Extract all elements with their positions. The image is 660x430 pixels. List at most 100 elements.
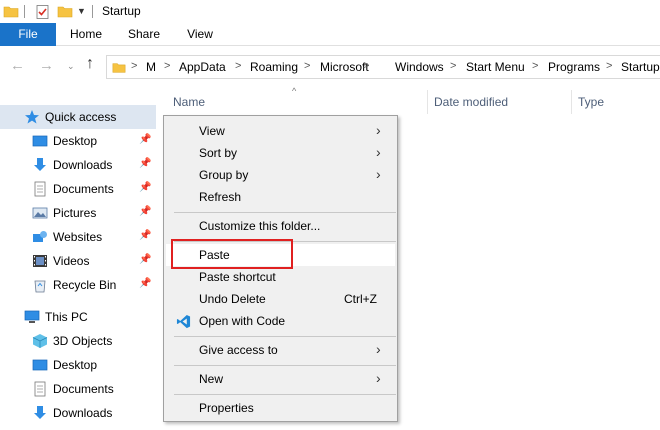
chevron-right-icon[interactable]: >: [164, 60, 170, 72]
menu-separator: [174, 394, 396, 395]
chevron-right-icon: ›: [376, 122, 381, 138]
pin-icon: 📌: [139, 182, 152, 193]
videos-icon: [33, 255, 47, 267]
pin-icon: 📌: [139, 278, 152, 289]
column-header-date-modified[interactable]: Date modified: [434, 95, 508, 109]
breadcrumb-item[interactable]: AppData: [179, 60, 226, 74]
navigation-pane: Quick access Desktop 📌 Downloads 📌 Docum…: [0, 103, 157, 430]
sidebar-item-desktop[interactable]: Desktop 📌: [0, 129, 156, 153]
desktop-icon: [32, 135, 48, 147]
3d-objects-icon: [32, 334, 48, 348]
breadcrumb-item[interactable]: Microsoft: [320, 60, 369, 74]
chevron-right-icon[interactable]: >: [363, 60, 369, 72]
websites-icon: [33, 231, 47, 242]
sidebar-item-downloads[interactable]: Downloads 📌: [0, 153, 156, 177]
customize-toolbar-icon[interactable]: ▼: [77, 6, 86, 16]
chevron-right-icon[interactable]: >: [131, 60, 137, 72]
title-bar: ▼ Startup: [0, 0, 660, 23]
chevron-right-icon[interactable]: >: [235, 60, 241, 72]
separator: [92, 5, 93, 18]
menu-item-refresh[interactable]: Refresh: [166, 186, 395, 208]
breadcrumb-item[interactable]: Roaming: [250, 60, 298, 74]
sidebar-item-websites[interactable]: Websites 📌: [0, 225, 156, 249]
menu-item-undo-delete[interactable]: Undo Delete Ctrl+Z: [166, 288, 395, 310]
vscode-icon: [176, 314, 191, 329]
properties-check-icon[interactable]: [35, 4, 51, 20]
sidebar-item-pc-documents[interactable]: Documents: [0, 377, 156, 401]
chevron-right-icon[interactable]: >: [450, 60, 456, 72]
chevron-right-icon[interactable]: >: [532, 60, 538, 72]
menu-item-give-access[interactable]: Give access to ›: [166, 339, 395, 361]
sidebar-item-quick-access[interactable]: Quick access: [0, 105, 156, 129]
sidebar-item-label: Downloads: [53, 158, 113, 172]
menu-item-label: Undo Delete: [199, 292, 266, 306]
chevron-right-icon: ›: [376, 166, 381, 182]
menu-item-label: View: [199, 124, 225, 138]
chevron-right-icon: ›: [376, 144, 381, 160]
menu-item-label: Paste shortcut: [199, 270, 276, 284]
up-arrow-icon[interactable]: ↑: [86, 55, 94, 73]
menu-item-group-by[interactable]: Group by ›: [166, 164, 395, 186]
menu-item-label: Sort by: [199, 146, 238, 160]
chevron-right-icon[interactable]: >: [606, 60, 612, 72]
menu-item-paste-shortcut[interactable]: Paste shortcut: [166, 266, 395, 288]
sidebar-item-pc-downloads[interactable]: Downloads: [0, 401, 156, 425]
window-title: Startup: [102, 4, 141, 18]
sidebar-item-label: Downloads: [53, 406, 113, 420]
sidebar-item-label: Recycle Bin: [53, 278, 117, 292]
downloads-icon: [34, 158, 46, 171]
back-arrow-icon[interactable]: ←: [10, 57, 25, 74]
sidebar-item-label: Desktop: [53, 134, 98, 148]
sidebar-item-label: This PC: [45, 310, 88, 324]
tab-file[interactable]: File: [0, 23, 56, 46]
forward-arrow-icon[interactable]: →: [39, 57, 54, 74]
sidebar-item-3d-objects[interactable]: 3D Objects: [0, 329, 156, 353]
downloads-icon: [34, 406, 46, 419]
sidebar-item-recycle-bin[interactable]: Recycle Bin 📌: [0, 273, 156, 297]
sort-up-icon: ^: [292, 86, 297, 96]
column-header-name[interactable]: Name: [173, 95, 205, 109]
column-divider[interactable]: [427, 90, 428, 114]
sidebar-item-documents[interactable]: Documents 📌: [0, 177, 156, 201]
breadcrumb-item[interactable]: Startup: [621, 60, 660, 74]
separator: [24, 5, 25, 18]
breadcrumb-item[interactable]: M: [146, 60, 156, 74]
keyboard-shortcut: Ctrl+Z: [344, 292, 377, 306]
pin-icon: 📌: [139, 206, 152, 217]
breadcrumb-item[interactable]: Programs: [548, 60, 600, 74]
menu-item-label: Refresh: [199, 190, 242, 204]
menu-item-label: New: [199, 372, 224, 386]
breadcrumb-item[interactable]: Start Menu: [466, 60, 525, 74]
recent-locations-icon[interactable]: ⌄: [67, 61, 75, 72]
sidebar-item-videos[interactable]: Videos 📌: [0, 249, 156, 273]
sidebar-item-pc-desktop[interactable]: Desktop: [0, 353, 156, 377]
address-bar[interactable]: > M > AppData > Roaming > Microsoft > Wi…: [106, 55, 660, 79]
tab-share[interactable]: Share: [128, 23, 160, 46]
menu-item-view[interactable]: View ›: [166, 120, 395, 142]
menu-item-sort-by[interactable]: Sort by ›: [166, 142, 395, 164]
menu-item-customize-folder[interactable]: Customize this folder...: [166, 215, 395, 237]
menu-item-open-with-code[interactable]: Open with Code: [166, 310, 395, 332]
menu-item-new[interactable]: New ›: [166, 368, 395, 390]
sidebar-item-label: Videos: [53, 254, 90, 268]
new-folder-icon[interactable]: [57, 4, 73, 20]
menu-item-properties[interactable]: Properties: [166, 397, 395, 419]
desktop-icon: [32, 359, 48, 371]
sidebar-item-pictures[interactable]: Pictures 📌: [0, 201, 156, 225]
tab-home[interactable]: Home: [70, 23, 102, 46]
menu-separator: [174, 212, 396, 213]
chevron-right-icon[interactable]: >: [304, 60, 310, 72]
recycle-bin-icon: [34, 280, 46, 293]
this-pc-icon: [24, 310, 40, 323]
column-header-type[interactable]: Type: [578, 95, 604, 109]
star-icon: [25, 110, 39, 124]
sidebar-item-this-pc[interactable]: This PC: [0, 305, 156, 329]
sidebar-item-label: Websites: [53, 230, 103, 244]
breadcrumb-item[interactable]: Windows: [395, 60, 444, 74]
pin-icon: 📌: [139, 134, 152, 145]
documents-icon: [34, 381, 46, 397]
sidebar-item-label: Quick access: [45, 110, 117, 124]
tab-view[interactable]: View: [186, 23, 214, 46]
folder-icon[interactable]: [3, 4, 19, 20]
column-divider[interactable]: [571, 90, 572, 114]
